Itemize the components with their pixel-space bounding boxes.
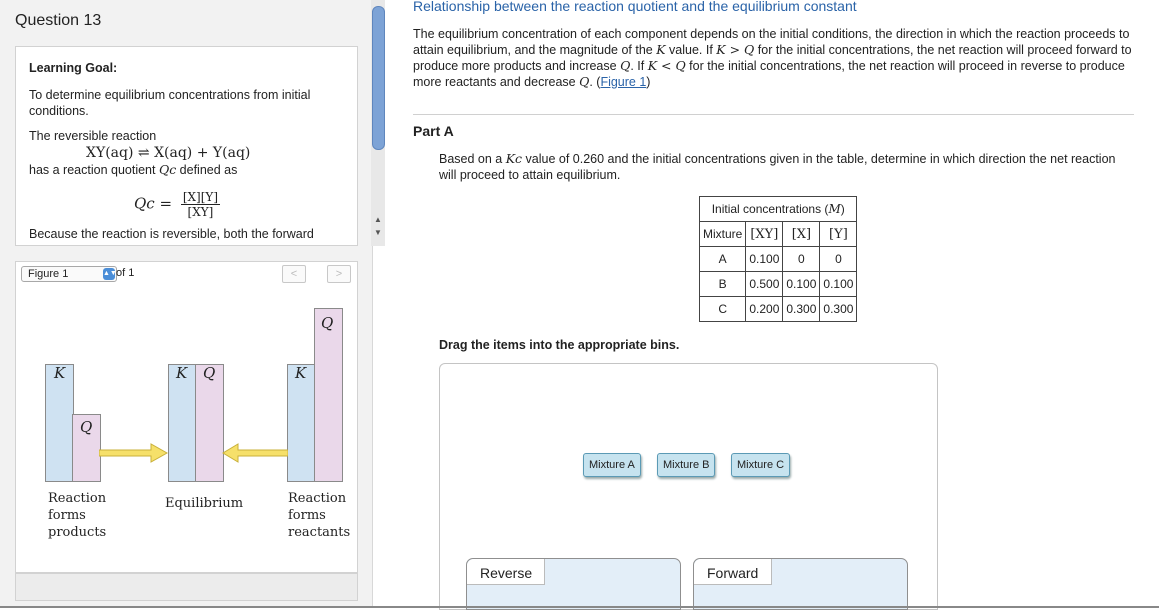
- k-label-right: K: [295, 364, 307, 382]
- cell-y: 0.300: [819, 296, 858, 322]
- cell-y: 0.100: [819, 271, 858, 297]
- qc-lhs: Qc =: [134, 194, 173, 213]
- prompt-text: value of 0.260 and the initial concentra…: [439, 152, 1116, 182]
- caption-line: Reaction: [288, 491, 347, 506]
- caption-text: Initial concentrations (: [711, 202, 829, 216]
- caption-line: products: [48, 525, 107, 540]
- figure-navigation-bar: Figure 1 ▲▼ of 1 < >: [15, 261, 358, 287]
- reaction-equation: XY(aq) ⇌ X(aq) + Y(aq): [86, 145, 251, 161]
- initial-concentrations-table: Initial concentrations (M) Mixture [XY] …: [698, 196, 858, 322]
- intro-text: . (: [589, 75, 601, 89]
- problem-title: Relationship between the reaction quotie…: [413, 0, 857, 14]
- drag-item-mixture-c[interactable]: Mixture C: [731, 453, 791, 477]
- k-greater-q: K > Q: [716, 42, 755, 57]
- figure-footer: [15, 573, 358, 601]
- learning-goal-box: Learning Goal: To determine equilibrium …: [15, 46, 358, 246]
- table-header-row: Mixture [XY] [X] [Y]: [698, 221, 858, 247]
- q-label-middle: Q: [203, 364, 216, 382]
- figure-1-link[interactable]: Figure 1: [600, 75, 646, 89]
- kc-symbol: Kc: [505, 151, 523, 166]
- bin-forward[interactable]: Forward: [693, 558, 908, 610]
- cell-xy: 0.100: [745, 246, 784, 272]
- col-y: [Y]: [819, 221, 858, 247]
- qc-text-prefix: has a reaction quotient: [29, 163, 159, 177]
- question-title: Question 13: [15, 12, 102, 29]
- prompt-text: Based on a: [439, 152, 506, 166]
- qc-denominator: [XY]: [187, 205, 214, 219]
- intro-text: . If: [630, 59, 648, 73]
- col-x: [X]: [782, 221, 821, 247]
- k-symbol: K: [656, 42, 666, 57]
- caption-close: ): [840, 202, 845, 216]
- select-arrows-icon: ▲▼: [103, 268, 117, 280]
- because-text: Because the reaction is reversible, both…: [29, 227, 314, 241]
- q-symbol: Q: [579, 74, 590, 89]
- intro-text: ): [646, 75, 651, 89]
- left-arrow-icon: [222, 443, 288, 463]
- next-figure-button[interactable]: >: [327, 265, 351, 283]
- figure-select-value: Figure 1: [28, 268, 69, 280]
- bin-forward-label: Forward: [694, 559, 772, 585]
- figure-select[interactable]: Figure 1 ▲▼: [21, 266, 117, 282]
- qc-symbol: Qc: [158, 162, 177, 177]
- learning-goal-heading: Learning Goal:: [29, 61, 118, 75]
- cell-mixture: A: [698, 246, 747, 272]
- caption-line: forms: [288, 508, 326, 523]
- table-caption: Initial concentrations (M): [698, 196, 858, 222]
- q-symbol: Q: [620, 58, 631, 73]
- reversible-reaction-text: The reversible reaction: [29, 129, 157, 143]
- q-bar-right: [314, 308, 343, 482]
- goal-scrollbar-thumb[interactable]: [372, 6, 385, 150]
- q-label-right: Q: [321, 314, 334, 332]
- table-row: C 0.200 0.300 0.300: [698, 296, 858, 322]
- caption-line: forms: [48, 508, 86, 523]
- k-less-q: K < Q: [647, 58, 686, 73]
- cell-xy: 0.200: [745, 296, 784, 322]
- right-arrow-icon: [99, 443, 169, 463]
- scroll-down-arrow-icon[interactable]: ▼: [372, 227, 384, 238]
- caption-reaction-forms-reactants: Reaction forms reactants: [288, 490, 350, 541]
- table-row: A 0.100 0 0: [698, 246, 858, 272]
- q-label-left: Q: [80, 418, 93, 436]
- caption-equilibrium: Equilibrium: [165, 496, 244, 511]
- divider: [413, 114, 1134, 115]
- previous-figure-button[interactable]: <: [282, 265, 306, 283]
- caption-line: Reaction: [48, 491, 107, 506]
- cell-mixture: B: [698, 271, 747, 297]
- col-xy: [XY]: [745, 221, 784, 247]
- drag-item-mixture-b[interactable]: Mixture B: [657, 453, 716, 477]
- cell-x: 0.100: [782, 271, 821, 297]
- table-caption-row: Initial concentrations (M): [698, 196, 858, 222]
- col-mixture: Mixture: [698, 221, 747, 247]
- bin-reverse-label: Reverse: [467, 559, 545, 585]
- figure-count: of 1: [116, 267, 135, 279]
- qc-formula: Qc = [X][Y] [XY]: [134, 190, 221, 219]
- drag-item-mixture-a[interactable]: Mixture A: [583, 453, 641, 477]
- caption-reaction-forms-products: Reaction forms products: [48, 490, 106, 541]
- k-label-middle: K: [176, 364, 188, 382]
- bin-reverse[interactable]: Reverse: [466, 558, 681, 610]
- intro-text: value. If: [665, 43, 717, 57]
- left-panel: Question 13 Learning Goal: To determine …: [0, 0, 373, 608]
- cell-x: 0.300: [782, 296, 821, 322]
- part-a-prompt: Based on a Kc value of 0.260 and the ini…: [439, 151, 1129, 183]
- caption-unit: M: [828, 202, 841, 216]
- qc-numerator: [X][Y]: [180, 190, 221, 205]
- qc-text-suffix: defined as: [176, 163, 238, 177]
- part-a-heading: Part A: [413, 123, 454, 139]
- cell-y: 0: [819, 246, 858, 272]
- scroll-up-arrow-icon[interactable]: ▲: [372, 214, 384, 225]
- cell-xy: 0.500: [745, 271, 784, 297]
- intro-paragraph: The equilibrium concentration of each co…: [413, 26, 1143, 90]
- k-label-left: K: [54, 364, 66, 382]
- figure-1: K Q K Q K Q Reaction forms products Equi…: [15, 286, 358, 573]
- learning-goal-text: To determine equilibrium concentrations …: [29, 88, 311, 118]
- cell-x: 0: [782, 246, 821, 272]
- caption-line: reactants: [288, 525, 351, 540]
- qc-fraction: [X][Y] [XY]: [180, 190, 221, 219]
- reaction-quotient-text: has a reaction quotient Qc defined as: [29, 162, 237, 177]
- drag-instruction: Drag the items into the appropriate bins…: [439, 338, 680, 352]
- cell-mixture: C: [698, 296, 747, 322]
- table-row: B 0.500 0.100 0.100: [698, 271, 858, 297]
